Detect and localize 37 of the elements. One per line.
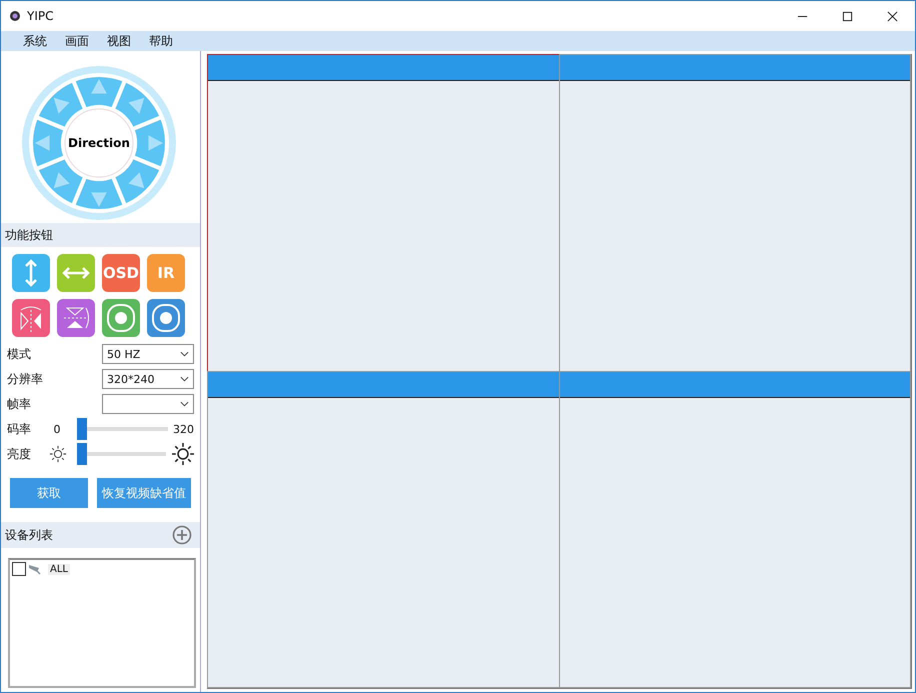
dropdown[interactable]: 50 HZ (102, 344, 194, 364)
video-cell[interactable] (558, 370, 911, 688)
sun-icon (172, 443, 194, 465)
video-cell[interactable] (207, 370, 560, 688)
direction-pad[interactable]: Direction (21, 65, 177, 221)
menu-item[interactable]: 帮助 (149, 32, 173, 50)
mirror-button[interactable] (12, 299, 50, 337)
slider-max: 320 (172, 422, 194, 436)
setting-label: 帧率 (7, 396, 32, 412)
caret-icon (180, 401, 189, 407)
checkbox[interactable] (12, 562, 26, 576)
caret-icon (180, 351, 189, 357)
setting-label: 模式 (7, 346, 32, 362)
setting-label: 分辨率 (7, 370, 44, 388)
vertical-button[interactable] (12, 254, 50, 292)
section-title: 功能按钮 (5, 226, 53, 244)
video-cell[interactable] (207, 54, 560, 372)
caret-icon (180, 376, 189, 382)
flip-button[interactable] (57, 299, 95, 337)
sun-icon (49, 445, 67, 463)
setting-label: 亮度 (7, 446, 32, 462)
menu-item[interactable]: 视图 (107, 32, 131, 50)
video-cell[interactable] (558, 54, 911, 372)
menu-item[interactable]: 系统 (23, 32, 47, 50)
add-icon[interactable] (172, 525, 192, 545)
setting-label: 码率 (7, 420, 32, 438)
dropdown[interactable] (102, 394, 194, 414)
slider-min: 0 (52, 422, 62, 436)
dropdown[interactable]: 320*240 (102, 369, 194, 389)
app-icon (9, 10, 21, 22)
record-button[interactable] (147, 299, 185, 337)
record-button[interactable] (102, 299, 140, 337)
section-title: 设备列表 (5, 526, 53, 544)
horizontal-button[interactable] (57, 254, 95, 292)
tree-item-label[interactable]: ALL (48, 564, 70, 574)
menu-item[interactable]: 画面 (65, 32, 89, 50)
window-title: YIPC (27, 9, 54, 23)
